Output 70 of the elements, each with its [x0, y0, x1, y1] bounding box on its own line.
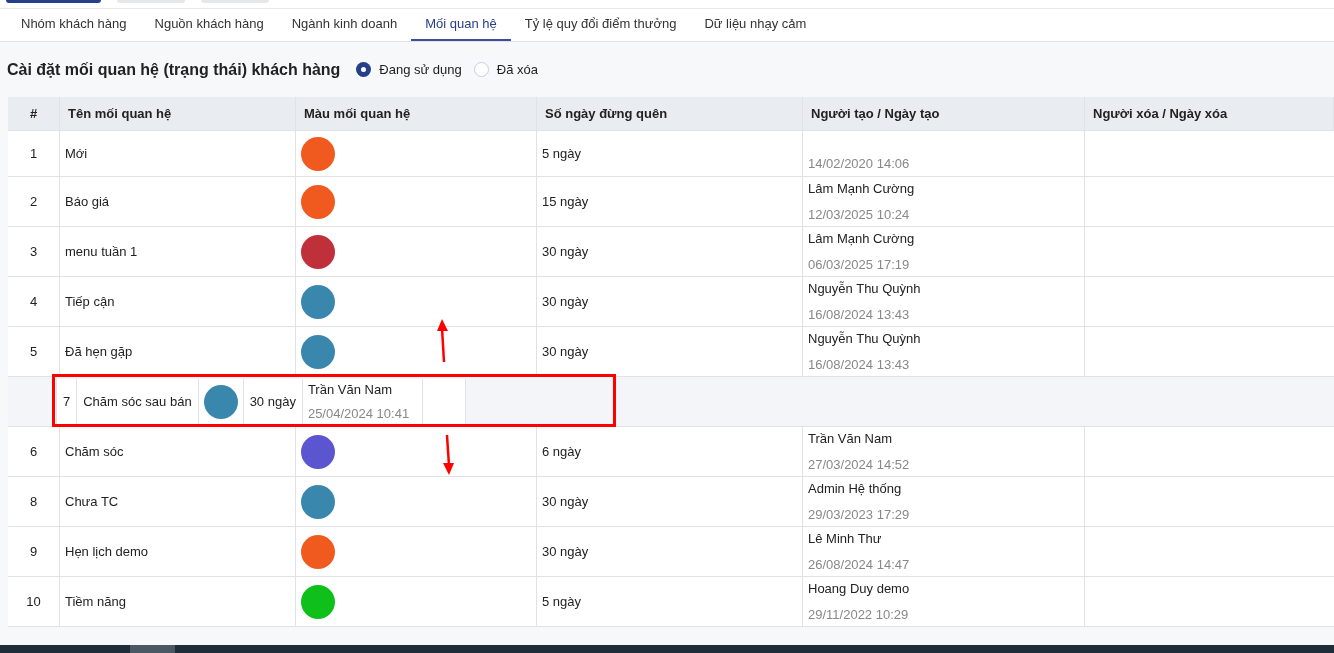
- row-number: 5: [8, 327, 60, 376]
- creator-name: Trần Văn Nam: [307, 381, 393, 399]
- created-date: 29/11/2022 10:29: [808, 605, 910, 624]
- column-header: #: [8, 97, 60, 130]
- radio-label: Đang sử dụng: [379, 60, 462, 79]
- row-number: 9: [8, 527, 60, 576]
- relation-name: Mới: [60, 131, 296, 176]
- row-number: 3: [8, 227, 60, 276]
- reminder-days: 30 ngày: [537, 277, 803, 326]
- row-number: 7: [57, 378, 78, 425]
- row-number: 2: [8, 177, 60, 226]
- radio-button[interactable]: [356, 62, 372, 77]
- creator-name: Hoang Duy demo: [808, 580, 911, 598]
- row-number: 4: [8, 277, 60, 326]
- radio-button[interactable]: [473, 62, 489, 77]
- relation-name: Tiềm năng: [60, 577, 296, 626]
- relation-name: Chưa TC: [60, 477, 296, 526]
- reminder-days: 30 ngày: [537, 477, 803, 526]
- creator-name: Nguyễn Thu Quỳnh: [808, 330, 922, 348]
- relation-name: Chăm sóc: [60, 427, 296, 476]
- relation-name: Hẹn lịch demo: [60, 527, 296, 576]
- creator-name: Nguyễn Thu Quỳnh: [808, 280, 922, 298]
- reminder-days: 30 ngày: [243, 378, 303, 425]
- tab[interactable]: Dữ liệu nhạy cảm: [690, 9, 821, 41]
- row-number: 1: [8, 131, 60, 176]
- tab[interactable]: Nhóm khách hàng: [7, 9, 141, 41]
- radio-label: Đã xóa: [496, 60, 538, 79]
- relation-name: Chăm sóc sau bán: [77, 378, 199, 425]
- created-date: 14/02/2020 14:06: [808, 154, 911, 173]
- relation-name: Tiếp cận: [60, 277, 296, 326]
- created-date: 16/08/2024 13:43: [808, 355, 911, 374]
- row-number: 6: [8, 427, 60, 476]
- arrow-down: [441, 434, 455, 476]
- creator-name: Trần Văn Nam: [808, 430, 894, 448]
- reminder-days: 5 ngày: [537, 577, 803, 626]
- tab[interactable]: Ngành kinh doanh: [277, 9, 412, 41]
- created-date: 26/08/2024 14:47: [808, 555, 911, 574]
- tab[interactable]: Mối quan hệ: [411, 9, 511, 41]
- created-date: 25/04/2024 10:41: [307, 404, 411, 423]
- relation-name: Đã hẹn gặp: [60, 327, 296, 376]
- column-header: Người xóa / Ngày xóa: [1085, 97, 1334, 130]
- column-header: Màu mối quan hệ: [296, 97, 537, 130]
- creator-name: Admin Hệ thống: [808, 480, 903, 498]
- arrow-up: [436, 318, 450, 363]
- creator-name: Lê Minh Thư: [808, 530, 883, 548]
- row-number: 8: [8, 477, 60, 526]
- page-title: Cài đặt mối quan hệ (trạng thái) khách hàng: [7, 59, 341, 80]
- tab[interactable]: Nguồn khách hàng: [140, 9, 278, 41]
- creator-name: Lâm Mạnh Cường: [808, 230, 916, 248]
- relation-name: Báo giá: [60, 177, 296, 226]
- created-date: 12/03/2025 10:24: [808, 205, 911, 224]
- column-header: Số ngày đừng quên: [537, 97, 803, 130]
- tab[interactable]: Tỷ lệ quy đổi điểm thưởng: [510, 9, 691, 41]
- created-date: 29/03/2023 17:29: [808, 505, 911, 524]
- reminder-days: 30 ngày: [537, 327, 803, 376]
- reminder-days: 6 ngày: [537, 427, 803, 476]
- column-header: Người tạo / Ngày tạo: [803, 97, 1085, 130]
- column-header: Tên mối quan hệ: [60, 97, 296, 130]
- row-number: 10: [8, 577, 60, 626]
- reminder-days: 30 ngày: [537, 527, 803, 576]
- relation-name: menu tuần 1: [60, 227, 296, 276]
- created-date: 27/03/2024 14:52: [808, 455, 911, 474]
- reminder-days: 15 ngày: [537, 177, 803, 226]
- created-date: 16/08/2024 13:43: [808, 305, 911, 324]
- reminder-days: 5 ngày: [537, 131, 803, 176]
- creator-name: Lâm Mạnh Cường: [808, 180, 916, 198]
- taskbar-item[interactable]: [130, 645, 175, 653]
- toolbar-button[interactable]: [6, 0, 101, 3]
- created-date: 06/03/2025 17:19: [808, 255, 911, 274]
- reminder-days: 30 ngày: [537, 227, 803, 276]
